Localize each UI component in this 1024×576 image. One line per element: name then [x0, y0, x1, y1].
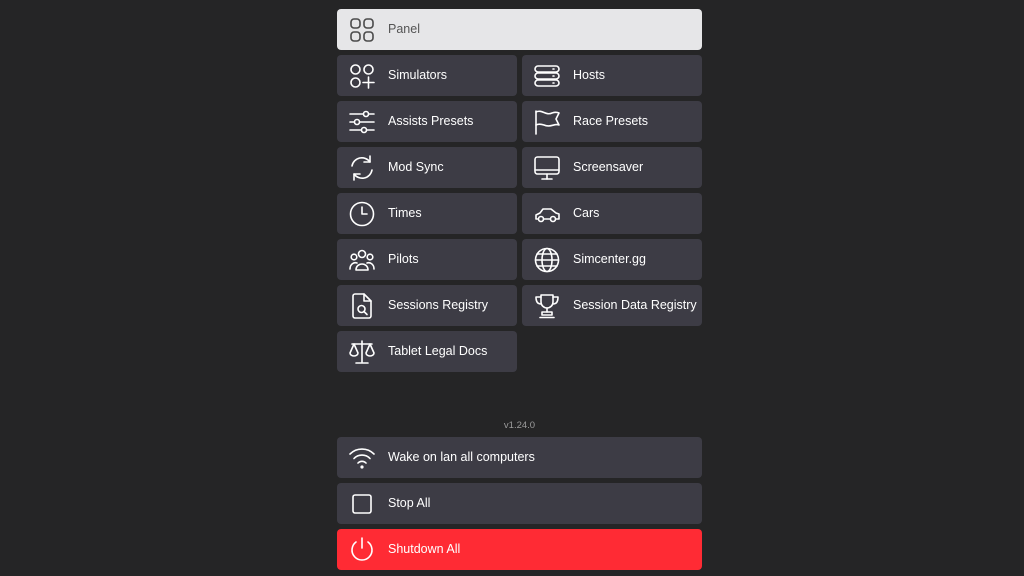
- pilots-button[interactable]: Pilots: [337, 239, 517, 280]
- stop-all-label: Stop All: [388, 496, 431, 510]
- wifi-icon: [348, 444, 376, 472]
- tablet-legal-docs-label: Tablet Legal Docs: [388, 344, 488, 358]
- session-data-registry-button[interactable]: Session Data Registry: [522, 285, 702, 326]
- stop-all-button[interactable]: Stop All: [337, 483, 702, 524]
- times-label: Times: [388, 206, 422, 220]
- square-icon: [348, 490, 376, 518]
- grid-icon: [348, 16, 376, 44]
- globe-icon: [533, 246, 561, 274]
- cars-button[interactable]: Cars: [522, 193, 702, 234]
- server-icon: [533, 62, 561, 90]
- users-icon: [348, 246, 376, 274]
- monitor-icon: [533, 154, 561, 182]
- car-icon: [533, 200, 561, 228]
- mod-sync-label: Mod Sync: [388, 160, 444, 174]
- flag-icon: [533, 108, 561, 136]
- cars-label: Cars: [573, 206, 600, 220]
- scale-icon: [348, 338, 376, 366]
- shutdown-all-button[interactable]: Shutdown All: [337, 529, 702, 570]
- simcenter-label: Simcenter.gg: [573, 252, 646, 266]
- trophy-icon: [533, 292, 561, 320]
- race-presets-button[interactable]: Race Presets: [522, 101, 702, 142]
- hosts-button[interactable]: Hosts: [522, 55, 702, 96]
- race-presets-label: Race Presets: [573, 114, 649, 128]
- power-icon: [348, 536, 376, 564]
- screensaver-label: Screensaver: [573, 160, 644, 174]
- simcenter-button[interactable]: Simcenter.gg: [522, 239, 702, 280]
- file-search-icon: [348, 292, 376, 320]
- simulators-label: Simulators: [388, 68, 448, 82]
- mod-sync-button[interactable]: Mod Sync: [337, 147, 517, 188]
- apps-add-icon: [348, 62, 376, 90]
- panel-label: Panel: [388, 22, 420, 36]
- shutdown-all-label: Shutdown All: [388, 542, 461, 556]
- pilots-label: Pilots: [388, 252, 419, 266]
- assists-presets-button[interactable]: Assists Presets: [337, 101, 517, 142]
- simulators-button[interactable]: Simulators: [337, 55, 517, 96]
- sliders-icon: [348, 108, 376, 136]
- screensaver-button[interactable]: Screensaver: [522, 147, 702, 188]
- hosts-label: Hosts: [573, 68, 605, 82]
- assists-presets-label: Assists Presets: [388, 114, 474, 128]
- sessions-registry-button[interactable]: Sessions Registry: [337, 285, 517, 326]
- panel-button[interactable]: Panel: [337, 9, 702, 50]
- wake-on-lan-button[interactable]: Wake on lan all computers: [337, 437, 702, 478]
- clock-icon: [348, 200, 376, 228]
- refresh-icon: [348, 154, 376, 182]
- tablet-legal-docs-button[interactable]: Tablet Legal Docs: [337, 331, 517, 372]
- times-button[interactable]: Times: [337, 193, 517, 234]
- session-data-registry-label: Session Data Registry: [573, 298, 697, 312]
- wake-on-lan-label: Wake on lan all computers: [388, 450, 535, 464]
- sessions-registry-label: Sessions Registry: [388, 298, 489, 312]
- version-text: v1.24.0: [503, 420, 536, 431]
